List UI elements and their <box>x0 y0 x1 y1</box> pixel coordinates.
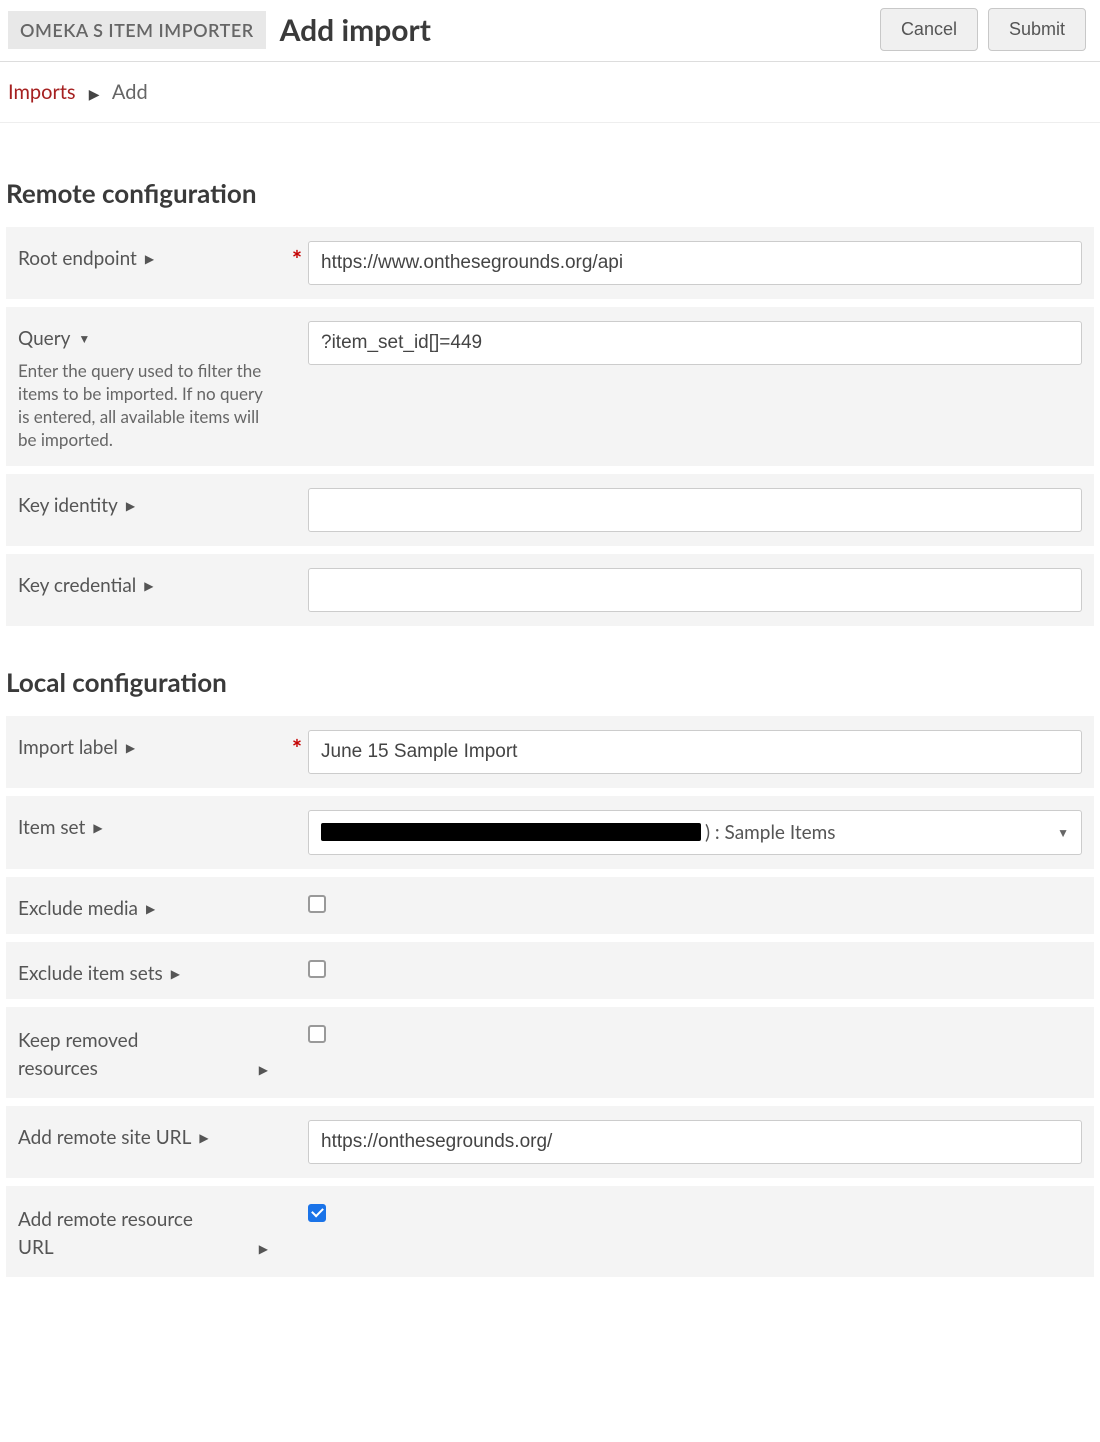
required-icon: * <box>286 730 308 763</box>
chevron-right-icon: ▶ <box>259 1240 268 1258</box>
header-actions: Cancel Submit <box>880 8 1092 51</box>
chevron-right-icon: ▶ <box>126 740 135 755</box>
add-remote-resource-url-checkbox[interactable] <box>308 1204 326 1222</box>
exclude-item-sets-label: Exclude item sets ▶ <box>18 962 286 985</box>
field-import-label: Import label ▶ * <box>6 716 1094 788</box>
field-exclude-media: Exclude media ▶ <box>6 877 1094 934</box>
chevron-right-icon: ▶ <box>126 498 135 513</box>
section-title-local: Local configuration <box>6 666 1094 698</box>
form-sections: Remote configuration Root endpoint ▶ * Q… <box>0 123 1100 1277</box>
import-label-label: Import label ▶ <box>18 736 286 759</box>
field-keep-removed-resources: Keep removed resources ▶ <box>6 1007 1094 1098</box>
root-endpoint-input[interactable] <box>308 241 1082 285</box>
chevron-right-icon: ▶ <box>171 966 180 981</box>
import-label-input[interactable] <box>308 730 1082 774</box>
redacted-text <box>321 823 701 841</box>
field-key-identity: Key identity ▶ <box>6 474 1094 546</box>
chevron-right-icon: ▶ <box>145 251 154 266</box>
key-credential-label: Key credential ▶ <box>18 574 286 597</box>
cancel-button[interactable]: Cancel <box>880 8 978 51</box>
chevron-right-icon: ▶ <box>146 901 155 916</box>
chevron-down-icon: ▼ <box>1057 825 1069 840</box>
keep-removed-checkbox[interactable] <box>308 1025 326 1043</box>
required-icon: * <box>286 241 308 274</box>
chevron-right-icon: ▶ <box>199 1130 208 1145</box>
field-add-remote-site-url: Add remote site URL ▶ <box>6 1106 1094 1178</box>
field-key-credential: Key credential ▶ <box>6 554 1094 626</box>
chevron-right-icon: ▶ <box>259 1061 268 1079</box>
field-item-set: Item set ▶ ) : Sample Items ▼ <box>6 796 1094 869</box>
item-set-select[interactable]: ) : Sample Items ▼ <box>308 810 1082 855</box>
field-query: Query ▼ Enter the query used to filter t… <box>6 307 1094 466</box>
chevron-right-icon: ▶ <box>93 820 102 835</box>
chevron-down-icon: ▼ <box>78 331 90 346</box>
key-identity-input[interactable] <box>308 488 1082 532</box>
field-exclude-item-sets: Exclude item sets ▶ <box>6 942 1094 999</box>
item-set-label: Item set ▶ <box>18 816 286 839</box>
exclude-item-sets-checkbox[interactable] <box>308 960 326 978</box>
breadcrumb-imports-link[interactable]: Imports <box>8 80 76 104</box>
exclude-media-checkbox[interactable] <box>308 895 326 913</box>
page-header: OMEKA S ITEM IMPORTER Add import Cancel … <box>0 0 1100 62</box>
keep-removed-label: Keep removed resources ▶ <box>18 1027 286 1084</box>
key-identity-label: Key identity ▶ <box>18 494 286 517</box>
chevron-right-icon: ▶ <box>144 578 153 593</box>
query-label[interactable]: Query ▼ <box>18 327 286 350</box>
add-remote-resource-url-label: Add remote resource URL ▶ <box>18 1206 286 1263</box>
exclude-media-label: Exclude media ▶ <box>18 897 286 920</box>
module-badge: OMEKA S ITEM IMPORTER <box>8 11 266 49</box>
field-root-endpoint: Root endpoint ▶ * <box>6 227 1094 299</box>
query-input[interactable] <box>308 321 1082 365</box>
breadcrumb: Imports ▶ Add <box>0 62 1100 123</box>
root-endpoint-label: Root endpoint ▶ <box>18 247 286 270</box>
query-help-text: Enter the query used to filter the items… <box>18 360 286 452</box>
field-add-remote-resource-url: Add remote resource URL ▶ <box>6 1186 1094 1277</box>
section-title-remote: Remote configuration <box>6 177 1094 209</box>
add-remote-site-url-label: Add remote site URL ▶ <box>18 1126 286 1149</box>
item-set-selected-text: ) : Sample Items <box>705 821 836 844</box>
key-credential-input[interactable] <box>308 568 1082 612</box>
submit-button[interactable]: Submit <box>988 8 1086 51</box>
breadcrumb-current: Add <box>112 80 148 104</box>
page-title: Add import <box>280 12 880 48</box>
chevron-right-icon: ▶ <box>89 85 100 102</box>
add-remote-site-url-input[interactable] <box>308 1120 1082 1164</box>
